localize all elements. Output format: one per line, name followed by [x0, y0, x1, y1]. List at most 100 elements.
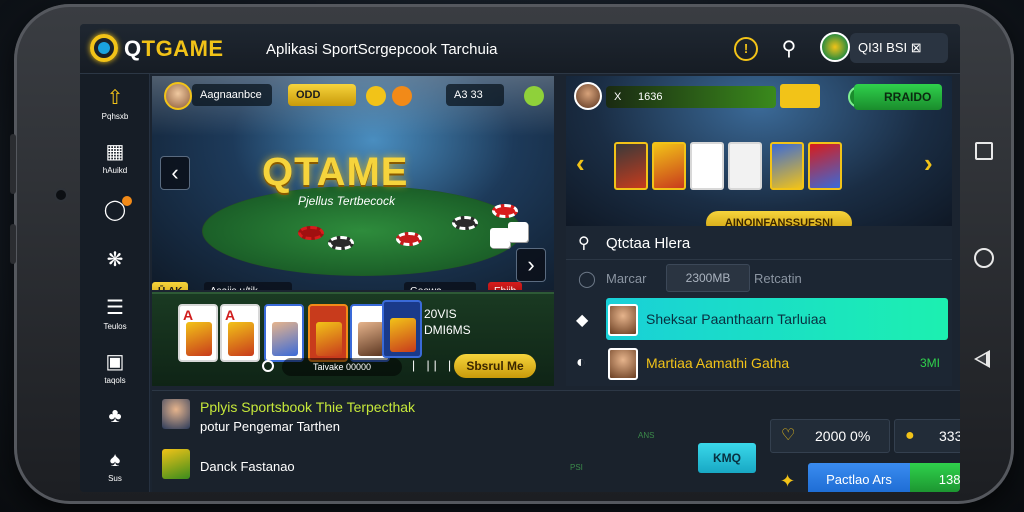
avatar — [608, 304, 638, 336]
app-screen: QTGAME Aplikasi SportScrgepcook Tarchuia… — [80, 24, 960, 492]
sidebar-item-label: hAuikd — [102, 166, 128, 175]
avatar[interactable] — [574, 82, 602, 110]
user-balance[interactable]: QI3I BSI ⊠ — [850, 33, 948, 63]
card-info-line1: 20VIS — [424, 307, 457, 321]
sidebar: ⇧ Pqhsxb ▦ hAuikd ◯ ❋ ☰ Teulos ▣ taqols — [80, 74, 150, 492]
logo-rest: TGAME — [141, 36, 224, 61]
green-action-button[interactable]: RRAIDO — [854, 84, 942, 110]
chevron-right-icon[interactable]: › — [924, 148, 933, 179]
game-card[interactable] — [614, 142, 648, 190]
sidebar-item-grid[interactable]: ▦ hAuikd — [80, 140, 150, 175]
avatar — [608, 348, 638, 380]
card-strip: A A 20VIS DMI6MS Taivake 00000 | || || S… — [152, 292, 554, 386]
shield-icon: ◯ — [578, 271, 596, 288]
sidebar-item-clover[interactable]: ♣ — [80, 404, 150, 428]
game-card[interactable] — [770, 142, 804, 190]
hero-banner[interactable]: QTAME Pjellus Tertbecock Aagnaanbce ODD … — [152, 76, 554, 290]
grid-icon: ▦ — [105, 141, 125, 163]
bottom-section: Pplyis Sportsbook Thie Terpecthak potur … — [152, 390, 960, 492]
level-bar: X 1636 — [606, 86, 776, 108]
featured-button[interactable]: AINOINFANSSUFSNI — [706, 211, 852, 226]
home-icon: ⇧ — [106, 87, 124, 109]
back-button[interactable] — [974, 350, 990, 368]
prev-arrow-button[interactable]: ‹ — [160, 156, 190, 190]
avatar[interactable] — [820, 32, 850, 62]
card-info-line2: DMI6MS — [424, 323, 471, 337]
hero-username: Aagnaanbce — [192, 84, 272, 106]
hero-bottom-left[interactable]: Ū.AK — [152, 282, 189, 290]
logo-icon — [90, 34, 118, 62]
star-icon: ✦ — [780, 471, 796, 491]
screen-icon: ▣ — [105, 351, 125, 373]
app-logo[interactable]: QTGAME — [124, 36, 224, 62]
right-list-panel: ⚲ Qtctaa Hlera ◯ Marcar 2300MB Retcatin … — [566, 226, 952, 386]
chat-icon: ⚲ — [578, 235, 590, 252]
list-item-text: Martiaa Aamathi Gatha — [646, 355, 790, 371]
list-filter: ◯ Marcar 2300MB Retcatin — [566, 260, 952, 296]
stat-value: 2000 0% — [815, 428, 871, 444]
level-prefix: X — [614, 91, 622, 103]
playing-card[interactable] — [382, 300, 422, 358]
stat-box: ● 3330 MB — [894, 419, 960, 453]
dice — [508, 222, 528, 242]
promo-item[interactable]: Danck Fastanao — [200, 459, 295, 474]
search-icon[interactable]: ⚲ — [777, 37, 801, 61]
next-arrow-button[interactable]: › — [516, 248, 546, 282]
sidebar-item-label: taqols — [104, 376, 126, 385]
spinner-icon: ❋ — [106, 249, 124, 271]
list-item[interactable]: ◆ Sheksar Paanthaarn Tarluiaa — [566, 298, 952, 342]
chevron-left-icon[interactable]: ‹ — [576, 148, 585, 179]
volume-button[interactable] — [10, 134, 16, 194]
check-icon[interactable] — [524, 86, 544, 106]
poker-chip — [298, 226, 324, 240]
heart-icon: ♡ — [781, 427, 796, 444]
hero-subtitle: Pjellus Tertbecock — [298, 194, 395, 208]
coin-icon — [366, 86, 386, 106]
card-face — [228, 322, 254, 356]
recent-apps-button[interactable] — [975, 142, 993, 160]
featured-games-panel: X 1636 G RRAIDO ‹ › AINOINFANSSUFSNI — [566, 76, 952, 226]
sidebar-item-label: Pqhsxb — [101, 112, 129, 121]
card-face — [186, 322, 212, 356]
sidebar-item-screen[interactable]: ▣ taqols — [80, 350, 150, 385]
phone-frame: QTGAME Aplikasi SportScrgepcook Tarchuia… — [10, 4, 1014, 504]
cyan-button[interactable]: KMQ — [698, 443, 756, 473]
avatar[interactable] — [164, 82, 192, 110]
sidebar-item-ring[interactable]: ◯ — [80, 196, 150, 222]
playing-card[interactable]: A — [178, 304, 218, 362]
radio-icon[interactable] — [262, 360, 274, 372]
filter-value-field[interactable]: 2300MB — [666, 264, 750, 292]
hero-bottom-right-b[interactable]: Ebiib — [488, 282, 523, 290]
playing-card[interactable]: A — [220, 304, 260, 362]
home-button[interactable] — [974, 248, 994, 268]
list-item-text: Sheksar Paanthaarn Tarluiaa — [646, 311, 827, 327]
promo-title[interactable]: Pplyis Sportsbook Thie Terpecthak — [200, 399, 415, 415]
sidebar-item-list[interactable]: ☰ Teulos — [80, 296, 150, 331]
info-icon[interactable]: ! — [734, 37, 758, 61]
playing-card[interactable] — [264, 304, 304, 362]
sidebar-item-spade[interactable]: ♠ Sus — [80, 448, 150, 483]
sidebar-item-home[interactable]: ⇧ Pqhsxb — [80, 86, 150, 121]
card-face — [390, 318, 416, 352]
poker-chip — [396, 232, 422, 246]
poker-chip — [492, 204, 518, 218]
game-card[interactable] — [728, 142, 762, 190]
blue-action-button[interactable]: Pactlao Ars — [808, 463, 910, 492]
card-rank: A — [225, 307, 236, 323]
list-item-value: 3MI — [919, 356, 940, 370]
logo-q: Q — [124, 36, 142, 61]
action-button-group: Pactlao Ars 1380MS — [808, 463, 960, 492]
list-item[interactable]: ◐ Martiaa Aamathi Gatha 3MI — [566, 342, 952, 386]
power-button[interactable] — [10, 224, 16, 264]
top-bar: QTGAME Aplikasi SportScrgepcook Tarchuia… — [80, 24, 960, 74]
card-face — [316, 322, 342, 356]
game-card[interactable] — [690, 142, 724, 190]
play-now-button[interactable]: Sbsrul Me — [454, 354, 536, 378]
game-card[interactable] — [808, 142, 842, 190]
game-card[interactable] — [652, 142, 686, 190]
green-action-button[interactable]: 1380MS — [910, 463, 960, 492]
playing-card[interactable] — [308, 304, 348, 362]
sidebar-item-spinner[interactable]: ❋ — [80, 248, 150, 272]
poker-chip — [328, 236, 354, 250]
app-subtitle: Aplikasi SportScrgepcook Tarchuia — [266, 41, 498, 58]
